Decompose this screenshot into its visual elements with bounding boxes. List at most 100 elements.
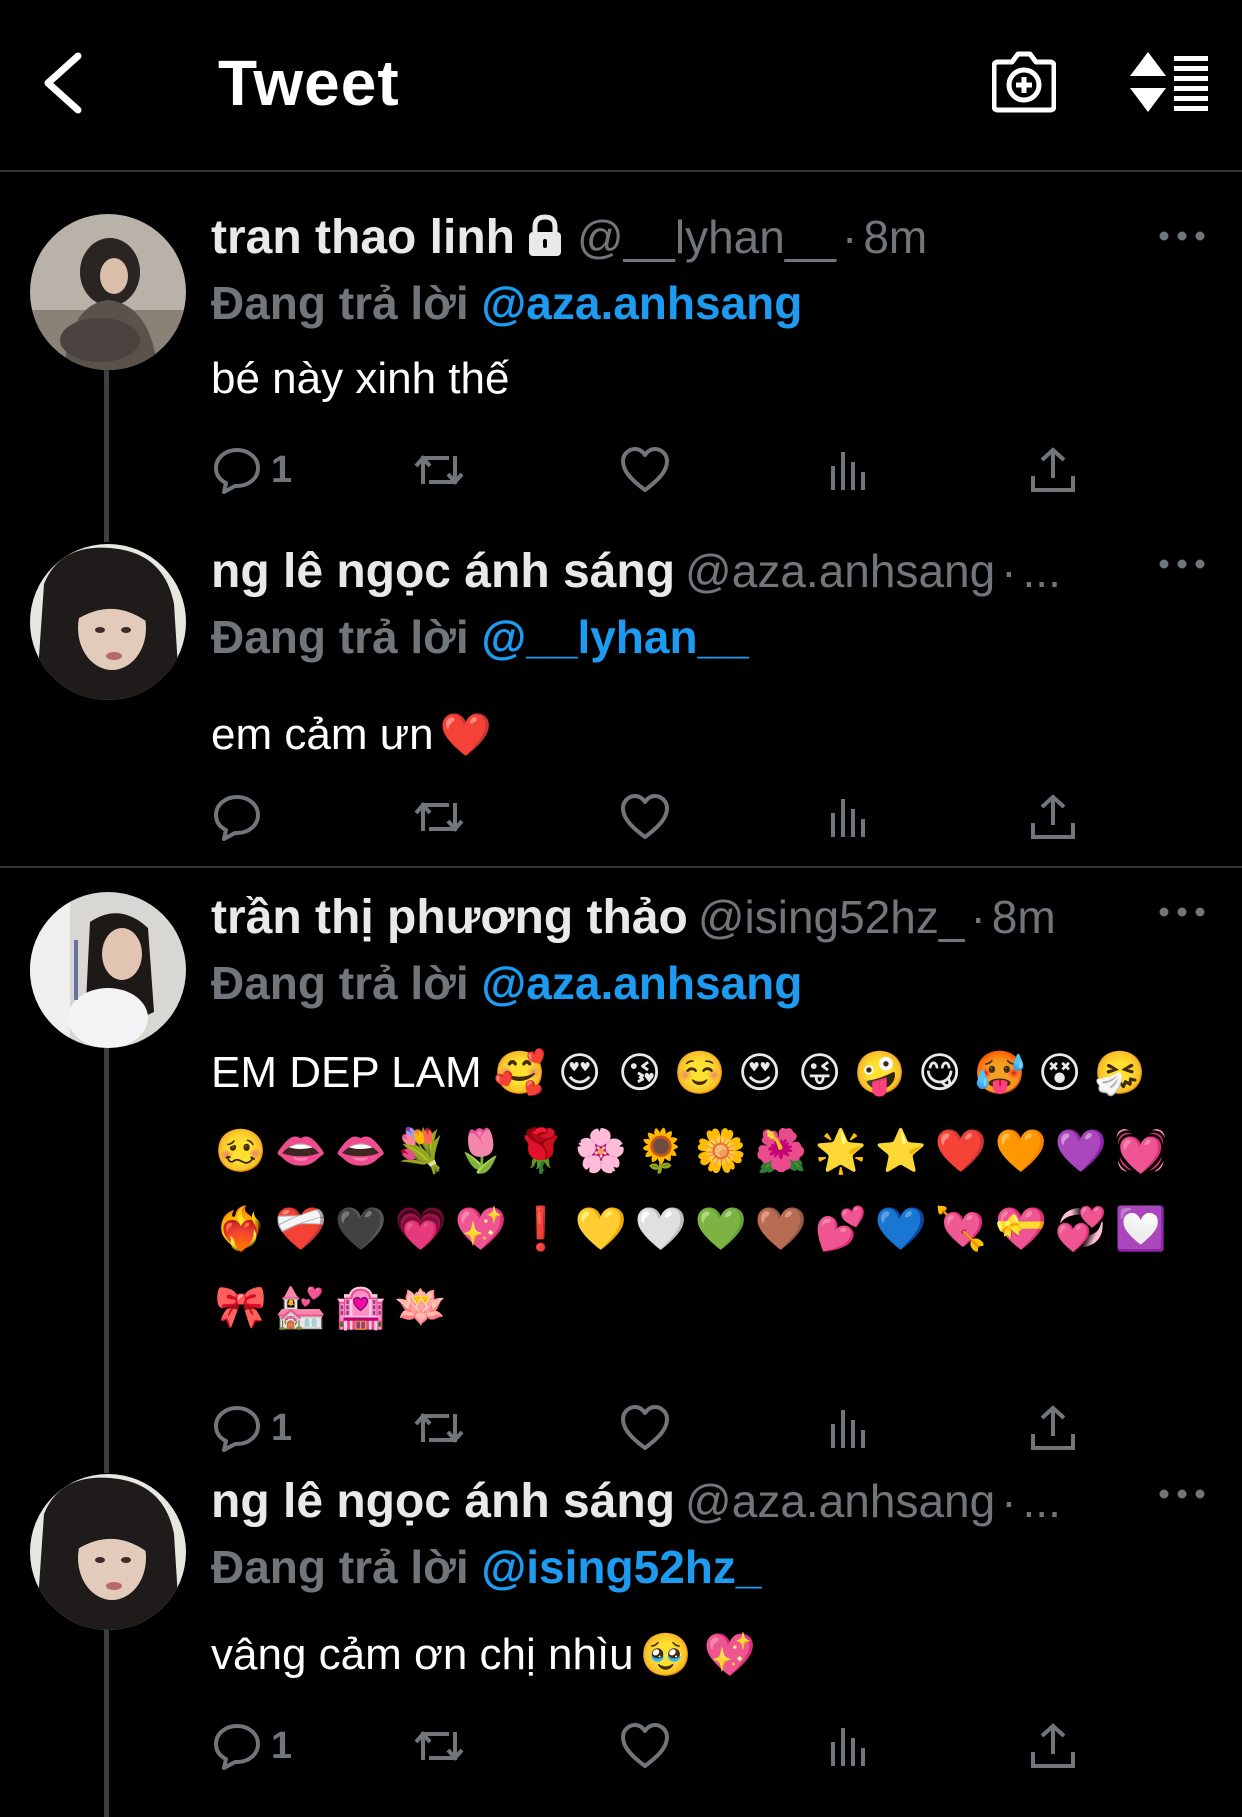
timestamp[interactable]: 8m [992,891,1056,943]
tweet-text-body: vâng cảm ơn chị nhìu [211,1630,634,1679]
more-button[interactable] [1152,210,1212,260]
emoji: 💗 [394,1205,448,1252]
header: Tweet [0,0,1242,172]
emoji: 🌻 [634,1127,688,1174]
share-icon [1031,1405,1075,1450]
page-title: Tweet [218,47,400,119]
retweet-icon [414,801,464,833]
replying-to: Đang trả lời @ising52hz_ [211,1540,1212,1598]
like-button[interactable] [619,787,671,847]
replying-to-label: Đang trả lời [211,1541,469,1593]
more-dots-icon [1159,231,1205,241]
display-name[interactable]: ng lê ngọc ánh sáng [211,545,675,598]
tweet-header: trần thị phương thảo @ising52hz_ · 8m [211,890,1212,956]
avatar[interactable] [30,214,186,370]
more-dots-icon [1159,1489,1205,1499]
tweet-header: ng lê ngọc ánh sáng @aza.anhsang ·... [211,1474,1212,1540]
views-button[interactable] [823,787,875,847]
timestamp[interactable]: 8m [863,211,927,263]
display-name[interactable]: tran thao linh [211,211,515,264]
emoji: 🪷 [394,1283,448,1330]
reply-button[interactable] [211,787,271,847]
reply-mention[interactable]: @__lyhan__ [481,611,748,663]
handle[interactable]: @__lyhan__ [577,211,836,263]
views-button[interactable] [823,1398,875,1458]
emoji: 🌸 [574,1127,628,1174]
reply-mention[interactable]: @ising52hz_ [481,1541,761,1593]
emoji: 🌼 [694,1127,748,1174]
thread-line [104,370,109,542]
handle[interactable]: @aza.anhsang [685,545,995,597]
camera-button[interactable] [991,50,1057,114]
retweet-button[interactable] [413,440,465,500]
emoji: 🥵 [973,1049,1026,1096]
tweet-actions: 1 [211,440,1091,500]
share-icon [1031,1723,1075,1768]
avatar[interactable] [30,544,186,700]
views-icon [831,799,865,837]
thread-line [104,1045,109,1473]
heart-icon [621,1723,669,1768]
like-button[interactable] [619,1716,671,1776]
reply-icon [214,1724,260,1770]
back-button[interactable] [38,50,94,116]
views-icon [831,1410,865,1448]
emoji: ❤️‍🔥 [214,1205,268,1252]
emoji: 💒 [274,1283,328,1330]
tweet-detail-screen: Tweet tran thao linh @__lyhan__ · 8m Đan… [0,0,1242,1817]
retweet-icon [414,1730,464,1762]
share-button[interactable] [1027,1716,1079,1776]
more-button[interactable] [1152,544,1212,594]
emoji: 💛 [574,1205,628,1252]
like-button[interactable] [619,440,671,500]
reply-count: 1 [271,1406,293,1449]
display-name[interactable]: trần thị phương thảo [211,891,688,944]
views-button[interactable] [823,1716,875,1776]
replying-to-label: Đang trả lời [211,277,469,329]
sort-button[interactable] [1130,50,1210,114]
emoji: 💘 [934,1205,988,1252]
avatar[interactable] [30,1474,186,1630]
reply-button[interactable]: 1 [211,440,292,500]
display-name[interactable]: ng lê ngọc ánh sáng [211,1475,675,1528]
handle[interactable]: @ising52hz_ [698,891,965,943]
separator: · [1001,1475,1017,1527]
reply-button[interactable]: 1 [211,1716,292,1776]
retweet-button[interactable] [413,1398,465,1458]
divider [0,866,1242,868]
tweet-text: bé này xinh thế [211,342,1212,416]
share-button[interactable] [1027,787,1079,847]
emoji: 💚 [694,1205,748,1252]
emoji: ❤️ [934,1127,988,1174]
share-button[interactable] [1027,440,1079,500]
more-button[interactable] [1152,1474,1212,1524]
retweet-icon [414,454,464,486]
reply-mention[interactable]: @aza.anhsang [481,957,802,1009]
emoji: 😜 [797,1049,842,1096]
share-button[interactable] [1027,1398,1079,1458]
heart-icon [621,447,669,492]
reply-mention[interactable]: @aza.anhsang [481,277,802,329]
emoji: ☺️ [673,1049,726,1096]
timestamp[interactable]: ... [1023,1475,1061,1527]
retweet-button[interactable] [413,787,465,847]
replying-to: Đang trả lời @aza.anhsang [211,276,1212,334]
more-button[interactable] [1152,890,1212,940]
retweet-button[interactable] [413,1716,465,1776]
reply-button[interactable]: 1 [211,1398,292,1458]
avatar[interactable] [30,892,186,1048]
separator: · [1001,545,1017,597]
handle[interactable]: @aza.anhsang [685,1475,995,1527]
emoji: 👄 [334,1127,388,1174]
tweet-content: tran thao linh @__lyhan__ · 8m Đang trả lời… [211,210,1212,416]
like-button[interactable] [619,1398,671,1458]
views-button[interactable] [823,440,875,500]
tweet-header: tran thao linh @__lyhan__ · 8m [211,210,1212,276]
timestamp[interactable]: ... [1023,545,1061,597]
emoji: 😋 [917,1049,962,1096]
emoji: ⭐ [874,1127,928,1174]
emoji: 🥴 [214,1127,268,1174]
emoji: 👄 [274,1127,328,1174]
reply-icon [214,1406,260,1452]
emoji: 🌹 [514,1127,568,1174]
